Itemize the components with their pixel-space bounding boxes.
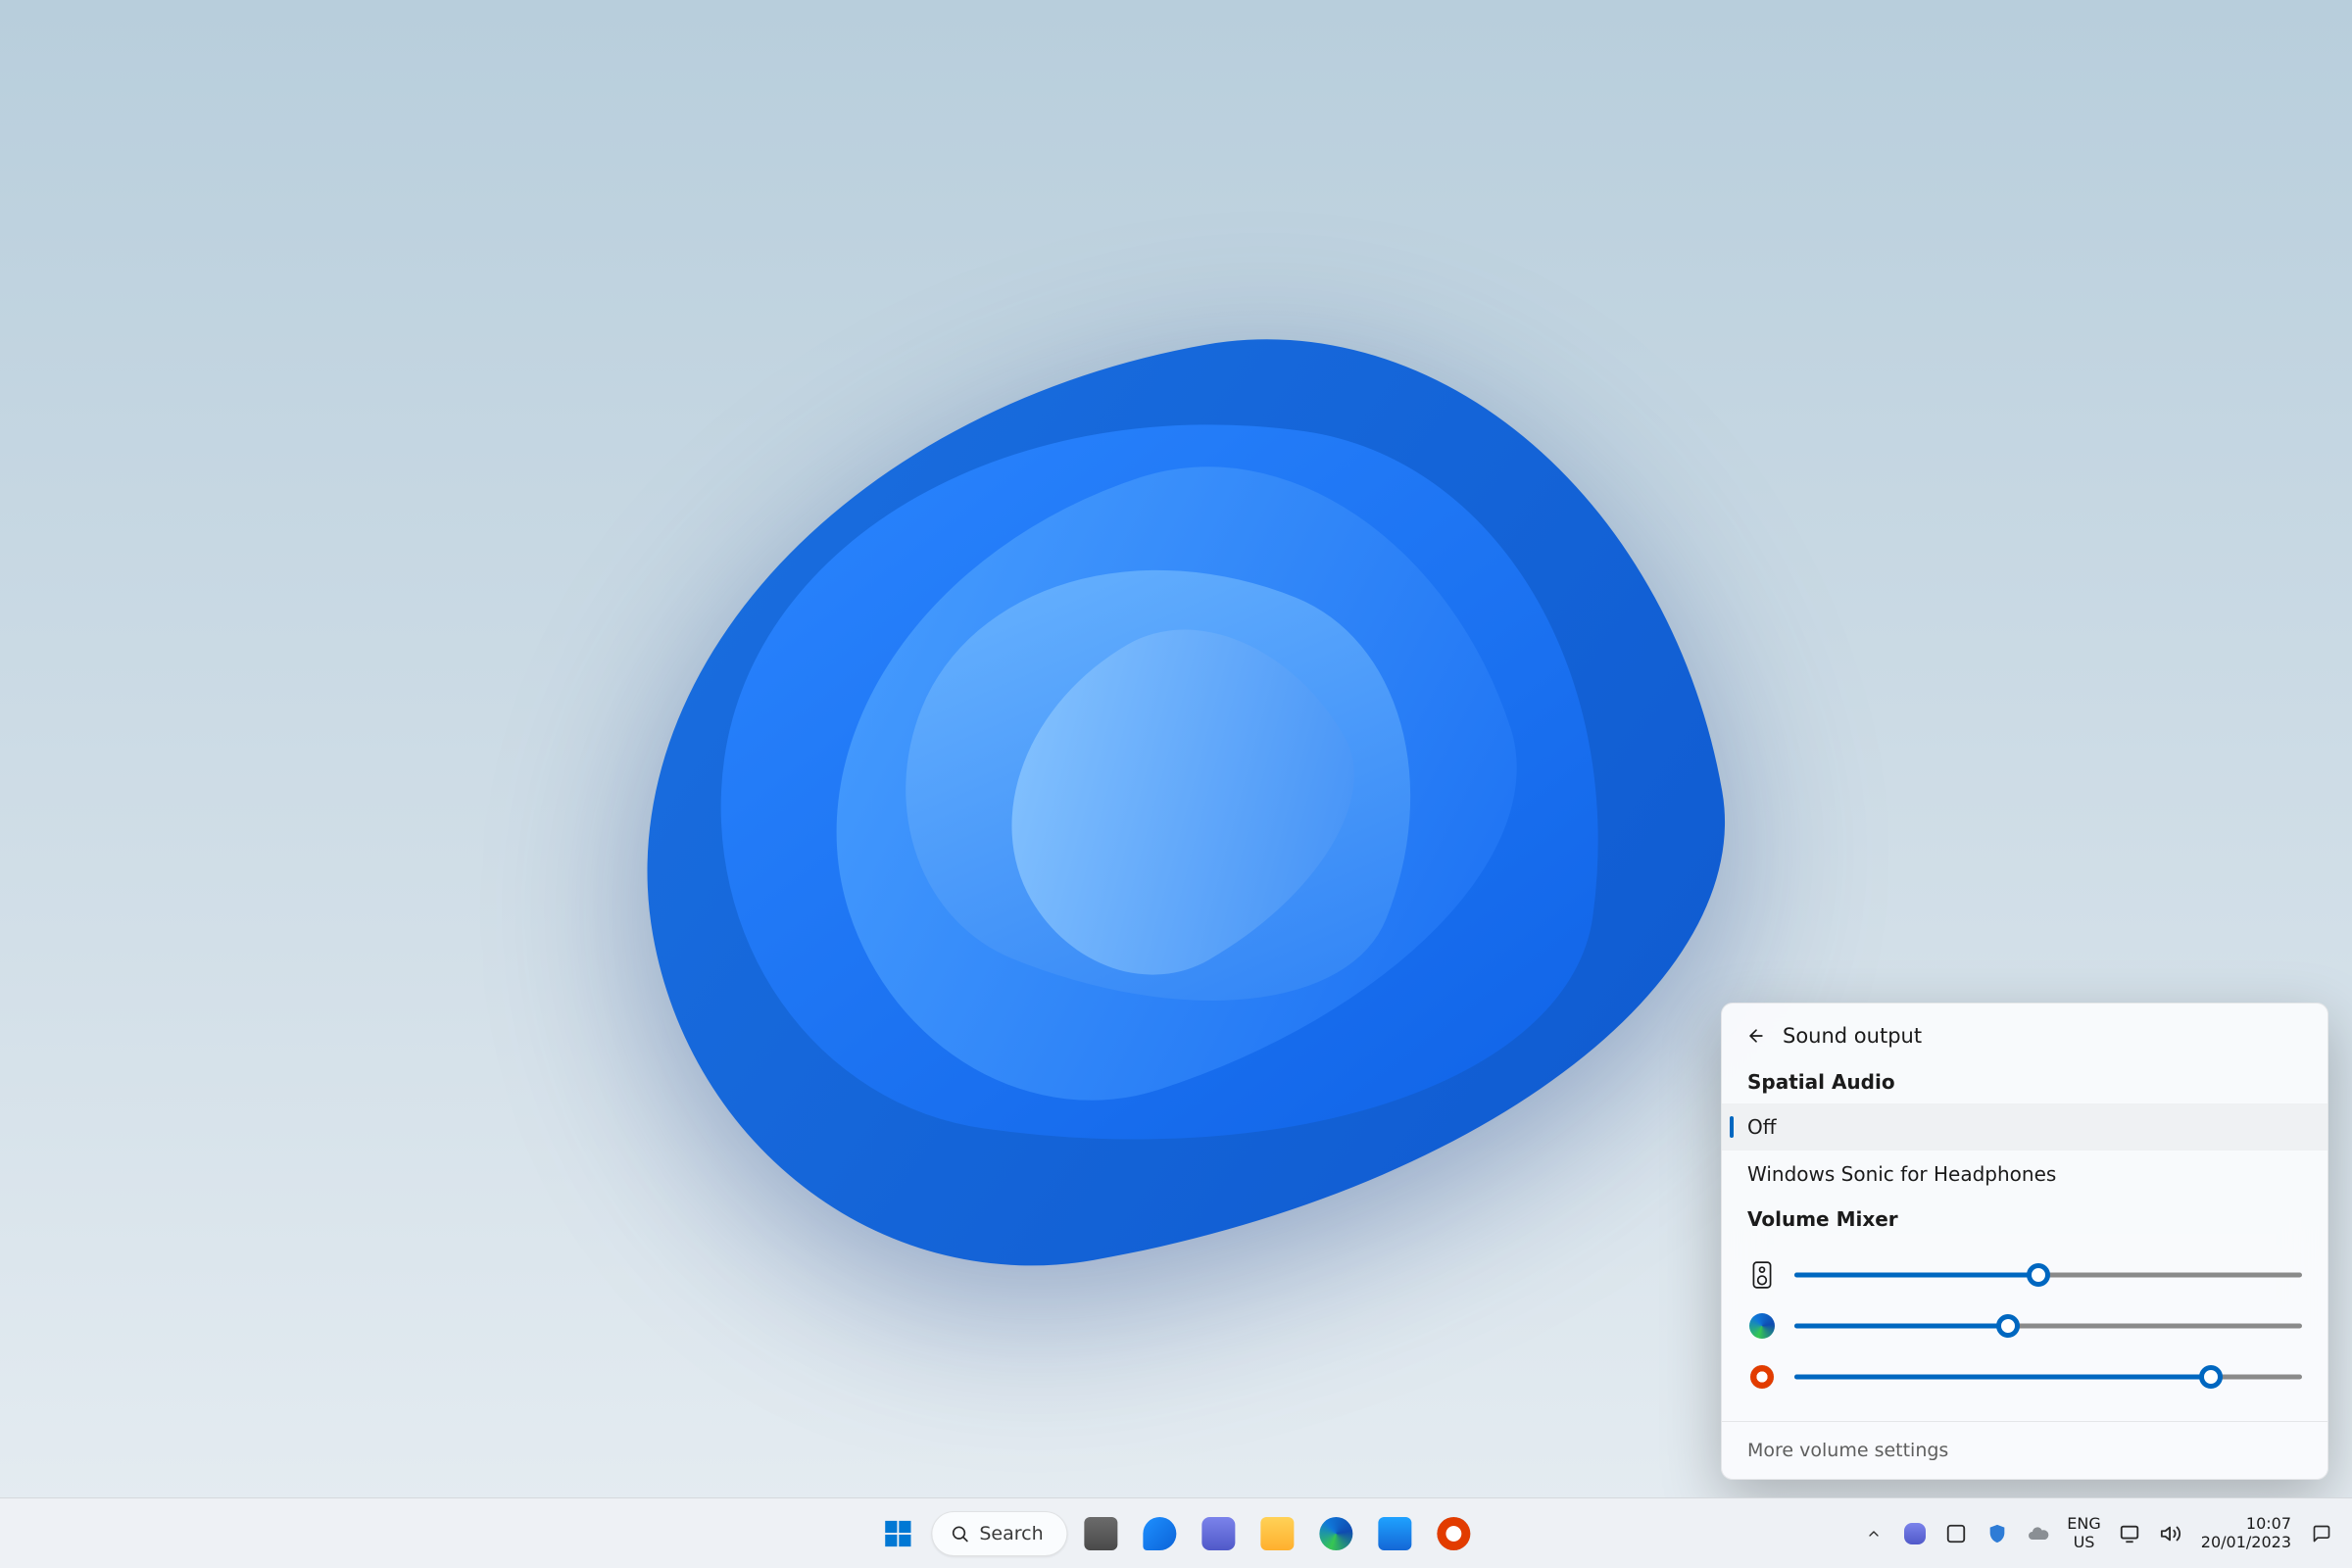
flyout-title: Sound output [1783, 1024, 1922, 1048]
teams-icon [1904, 1523, 1926, 1544]
task-view-icon [1085, 1517, 1118, 1550]
widgets-icon [1144, 1517, 1177, 1550]
folder-icon [1261, 1517, 1295, 1550]
chat-icon [1202, 1517, 1236, 1550]
edge-button[interactable] [1311, 1508, 1362, 1559]
volume-mixer-heading: Volume Mixer [1722, 1203, 2328, 1241]
taskbar: Search ENG US [0, 1497, 2352, 1568]
tray-network-icon[interactable] [2111, 1515, 2148, 1552]
mixer-channel-system [1747, 1260, 2302, 1290]
tray-overflow-button[interactable] [1855, 1515, 1892, 1552]
sound-output-flyout: Sound output Spatial Audio Off Windows S… [1721, 1003, 2328, 1480]
speaker-device-icon [1747, 1260, 1777, 1290]
more-volume-settings-link[interactable]: More volume settings [1722, 1421, 2328, 1479]
media-player-button[interactable] [1429, 1508, 1480, 1559]
wallpaper-bloom [490, 161, 1862, 1533]
monitor-icon [2119, 1523, 2140, 1544]
back-button[interactable] [1743, 1023, 1769, 1049]
media-player-icon [1438, 1517, 1471, 1550]
notifications-button[interactable] [2303, 1515, 2340, 1552]
task-view-button[interactable] [1076, 1508, 1127, 1559]
clock-time: 10:07 [2246, 1515, 2291, 1533]
windows-logo-icon [883, 1519, 912, 1548]
chevron-up-icon [1866, 1526, 1882, 1542]
mixer-channel-edge [1747, 1311, 2302, 1341]
taskbar-center: Search [872, 1508, 1479, 1559]
microsoft-store-button[interactable] [1370, 1508, 1421, 1559]
file-explorer-button[interactable] [1252, 1508, 1303, 1559]
mixer-channel-media [1747, 1362, 2302, 1392]
option-label: Windows Sonic for Headphones [1747, 1162, 2056, 1186]
spatial-option-off[interactable]: Off [1722, 1103, 2328, 1151]
app-icon [1945, 1523, 1967, 1544]
spatial-option-windows-sonic[interactable]: Windows Sonic for Headphones [1722, 1151, 2328, 1198]
tray-onedrive-icon[interactable] [2020, 1515, 2057, 1552]
search-label: Search [979, 1523, 1043, 1544]
clock[interactable]: 10:07 20/01/2023 [2193, 1515, 2299, 1551]
shield-icon [1986, 1523, 2008, 1544]
language-line2: US [2074, 1534, 2095, 1551]
system-tray: ENG US 10:07 20/01/2023 [1855, 1515, 2340, 1552]
edge-icon [1320, 1517, 1353, 1550]
speaker-icon [2160, 1523, 2181, 1544]
spatial-audio-heading: Spatial Audio [1722, 1066, 2328, 1103]
tray-volume-icon[interactable] [2152, 1515, 2189, 1552]
tray-app-icon-1[interactable] [1937, 1515, 1975, 1552]
edge-icon [1747, 1311, 1777, 1341]
cloud-icon [2027, 1522, 2050, 1545]
option-label: Off [1747, 1115, 1777, 1139]
search-button[interactable]: Search [931, 1511, 1067, 1556]
mixer-slider-media[interactable] [1794, 1367, 2302, 1387]
arrow-left-icon [1746, 1026, 1766, 1046]
language-indicator[interactable]: ENG US [2061, 1515, 2106, 1551]
search-icon [950, 1524, 969, 1544]
mixer-slider-edge[interactable] [1794, 1316, 2302, 1336]
media-player-icon [1747, 1362, 1777, 1392]
clock-date: 20/01/2023 [2201, 1534, 2291, 1551]
mixer-slider-system[interactable] [1794, 1265, 2302, 1285]
tray-security-icon[interactable] [1979, 1515, 2016, 1552]
language-line1: ENG [2067, 1515, 2100, 1533]
widgets-button[interactable] [1135, 1508, 1186, 1559]
store-icon [1379, 1517, 1412, 1550]
tray-teams-icon[interactable] [1896, 1515, 1934, 1552]
chat-button[interactable] [1194, 1508, 1245, 1559]
start-button[interactable] [872, 1508, 923, 1559]
notification-icon [2312, 1524, 2331, 1544]
